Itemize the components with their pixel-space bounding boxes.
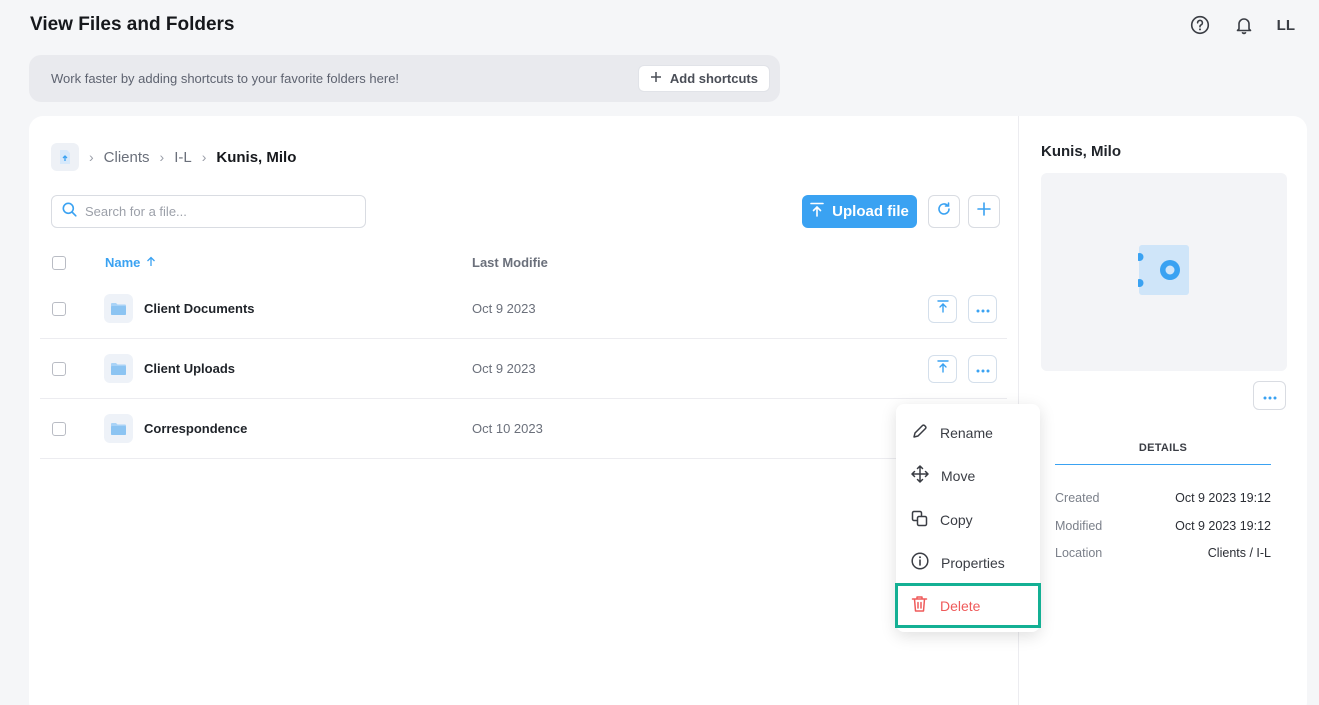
upload-icon <box>810 202 824 221</box>
help-circle-icon[interactable] <box>1189 14 1211 36</box>
upload-icon <box>936 359 949 378</box>
menu-item-label: Delete <box>940 597 981 614</box>
copy-icon <box>911 510 928 530</box>
move-arrows-icon <box>911 465 929 486</box>
info-icon <box>911 552 929 573</box>
file-name[interactable]: Correspondence <box>144 421 247 436</box>
table-row[interactable]: Client Documents Oct 9 2023 <box>40 279 1007 339</box>
breadcrumb: › Clients › I-L › Kunis, Milo <box>51 143 296 171</box>
row-more-button[interactable] <box>968 294 997 323</box>
page-title: View Files and Folders <box>30 14 235 35</box>
search-box <box>51 195 366 228</box>
chevron-right-icon: › <box>159 149 165 165</box>
trash-icon <box>911 595 928 616</box>
meta-row: Location Clients / I-L <box>1055 546 1271 560</box>
upload-file-label: Upload file <box>832 203 909 220</box>
plus-icon <box>977 202 991 221</box>
file-name[interactable]: Client Documents <box>144 301 255 316</box>
details-title: Kunis, Milo <box>1041 143 1121 160</box>
menu-item-move[interactable]: Move <box>896 454 1040 497</box>
more-dots-icon <box>976 360 990 378</box>
refresh-button[interactable] <box>928 195 960 228</box>
chevron-right-icon: › <box>89 149 94 165</box>
upload-file-button[interactable]: Upload file <box>802 195 917 228</box>
table-row[interactable]: Client Uploads Oct 9 2023 <box>40 339 1007 399</box>
column-modified-header[interactable]: Last Modifie <box>472 255 548 270</box>
row-checkbox[interactable] <box>52 361 66 376</box>
plus-icon <box>650 71 662 86</box>
preview-area <box>1041 173 1287 371</box>
refresh-icon <box>937 202 951 221</box>
folder-icon <box>104 414 133 443</box>
files-table: Name Last Modifie Client Documents Oct 9… <box>40 246 1007 459</box>
row-upload-button[interactable] <box>928 354 957 383</box>
add-new-button[interactable] <box>968 195 1000 228</box>
meta-row: Modified Oct 9 2023 19:12 <box>1055 519 1271 533</box>
menu-item-label: Properties <box>941 554 1005 571</box>
file-modified: Oct 9 2023 <box>472 361 536 376</box>
upload-icon <box>936 299 949 318</box>
table-header: Name Last Modifie <box>40 246 1007 279</box>
row-checkbox[interactable] <box>52 301 66 316</box>
search-icon <box>62 202 77 222</box>
meta-key: Modified <box>1055 519 1103 533</box>
menu-item-delete[interactable]: Delete <box>895 583 1041 628</box>
add-shortcuts-label: Add shortcuts <box>669 71 758 86</box>
context-menu: Rename Move Copy Properties Delete <box>895 404 1041 632</box>
breadcrumb-home-button[interactable] <box>51 143 79 171</box>
meta-key: Created <box>1055 491 1100 505</box>
add-shortcuts-button[interactable]: Add shortcuts <box>637 65 770 92</box>
menu-item-properties[interactable]: Properties <box>896 541 1040 584</box>
menu-item-copy[interactable]: Copy <box>896 498 1040 541</box>
menu-item-rename[interactable]: Rename <box>896 411 1040 454</box>
file-modified: Oct 10 2023 <box>472 421 543 436</box>
top-toolbar: LL <box>1189 14 1295 36</box>
tab-details[interactable]: DETAILS <box>1055 432 1271 465</box>
folder-icon <box>104 294 133 323</box>
search-input[interactable] <box>85 204 345 219</box>
meta-value: Oct 9 2023 19:12 <box>1175 519 1271 533</box>
column-name-label: Name <box>105 255 141 270</box>
select-all-checkbox[interactable] <box>52 255 66 270</box>
meta-row: Created Oct 9 2023 19:12 <box>1055 491 1271 505</box>
file-name[interactable]: Client Uploads <box>144 361 235 376</box>
shortcut-bar: Work faster by adding shortcuts to your … <box>29 55 780 102</box>
meta-value: Clients / I-L <box>1207 546 1271 560</box>
breadcrumb-current: Kunis, Milo <box>216 148 297 166</box>
bell-icon[interactable] <box>1233 14 1255 36</box>
breadcrumb-i-l[interactable]: I-L <box>174 149 192 166</box>
breadcrumb-clients[interactable]: Clients <box>104 149 150 166</box>
user-avatar[interactable]: LL <box>1277 17 1295 34</box>
folder-preview-icon <box>1135 244 1190 301</box>
table-row[interactable]: Correspondence Oct 10 2023 <box>40 399 1007 459</box>
shortcut-message: Work faster by adding shortcuts to your … <box>51 71 400 86</box>
sort-arrow-up-icon <box>146 255 156 270</box>
folder-icon <box>104 354 133 383</box>
column-name-header[interactable]: Name <box>105 255 156 270</box>
chevron-right-icon: › <box>201 149 207 165</box>
meta-value: Oct 9 2023 19:12 <box>1175 491 1271 505</box>
meta-key: Location <box>1055 546 1103 560</box>
file-modified: Oct 9 2023 <box>472 301 536 316</box>
details-more-button[interactable] <box>1253 381 1286 410</box>
menu-item-label: Copy <box>940 511 973 528</box>
row-upload-button[interactable] <box>928 294 957 323</box>
row-more-button[interactable] <box>968 354 997 383</box>
pencil-icon <box>911 423 928 443</box>
menu-item-label: Rename <box>940 424 993 441</box>
menu-item-label: Move <box>941 467 976 484</box>
more-dots-icon <box>976 300 990 318</box>
row-checkbox[interactable] <box>52 421 66 436</box>
more-dots-icon <box>1263 387 1277 405</box>
